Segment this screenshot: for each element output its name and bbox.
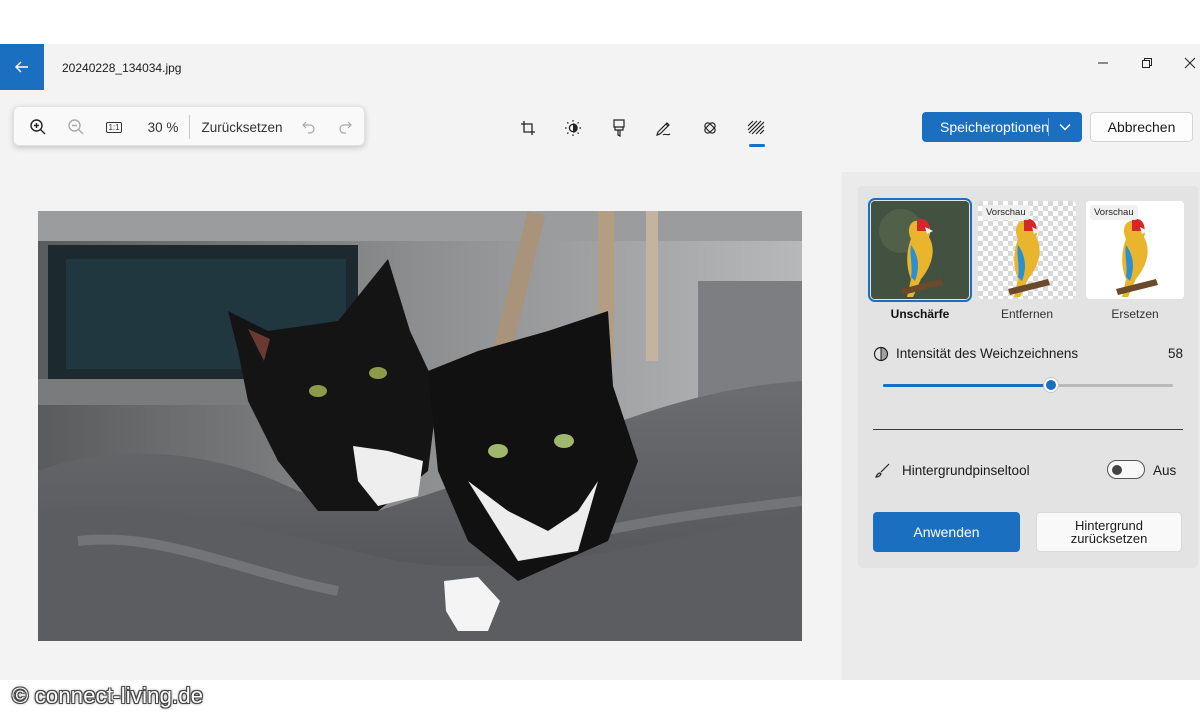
minimize-button[interactable] xyxy=(1088,50,1118,76)
blur-option-thumbnail[interactable] xyxy=(868,198,972,302)
actual-size-button[interactable]: 1:1 xyxy=(102,107,126,147)
background-brush-toggle[interactable] xyxy=(1107,460,1145,479)
back-button[interactable] xyxy=(0,44,44,90)
adjust-tool-button[interactable] xyxy=(558,114,588,142)
undo-button[interactable] xyxy=(298,107,320,147)
back-arrow-icon xyxy=(15,61,28,73)
close-icon xyxy=(1184,57,1196,69)
slider-fill xyxy=(883,384,1052,387)
photos-editor-window: 20240228_134034.jpg 1:1 30 % Zurücksetze… xyxy=(0,44,1200,680)
remove-option-label: Entfernen xyxy=(1000,307,1054,321)
filter-icon xyxy=(613,119,625,137)
crop-icon xyxy=(521,121,535,135)
blur-intensity-slider[interactable] xyxy=(883,377,1173,393)
blur-intensity-icon xyxy=(873,346,889,362)
reset-background-button[interactable]: Hintergrund zurücksetzen xyxy=(1036,512,1182,552)
undo-icon xyxy=(302,121,315,134)
toolbar-divider xyxy=(189,115,190,139)
zoom-in-button[interactable] xyxy=(26,107,50,147)
watermark: © connect-living.de xyxy=(12,683,204,708)
toggle-knob xyxy=(1112,465,1122,475)
redo-button[interactable] xyxy=(334,107,356,147)
file-name: 20240228_134034.jpg xyxy=(62,61,182,75)
replace-option-thumbnail[interactable]: Vorschau xyxy=(1086,201,1184,299)
preview-badge: Vorschau xyxy=(982,205,1030,220)
cats-photo xyxy=(38,211,802,641)
zoom-out-icon xyxy=(68,119,84,135)
actual-size-icon: 1:1 xyxy=(106,121,122,133)
chevron-down-icon xyxy=(1059,124,1071,131)
remove-option-thumbnail[interactable]: Vorschau xyxy=(978,201,1076,299)
close-window-button[interactable] xyxy=(1175,50,1200,76)
cancel-button[interactable]: Abbrechen xyxy=(1090,112,1193,142)
preview-badge: Vorschau xyxy=(1090,205,1138,220)
background-brush-label: Hintergrundpinseltool xyxy=(902,463,1030,478)
zoom-out-button[interactable] xyxy=(64,107,88,147)
zoom-level: 30 % xyxy=(147,119,179,135)
crop-tool-button[interactable] xyxy=(513,114,543,142)
save-options-divider xyxy=(1048,118,1049,136)
filter-tool-button[interactable] xyxy=(604,114,634,142)
retouch-tool-button[interactable] xyxy=(695,114,725,142)
top-margin xyxy=(0,0,1200,44)
reset-background-label: Hintergrund zurücksetzen xyxy=(1070,518,1148,546)
save-options-button[interactable]: Speicheroptionen xyxy=(922,112,1082,142)
markup-tool-button[interactable] xyxy=(649,114,679,142)
retouch-icon xyxy=(704,122,716,134)
zoom-in-icon xyxy=(30,119,46,135)
background-tool-button[interactable] xyxy=(741,114,771,142)
zoom-toolbar: 1:1 30 % Zurücksetzen xyxy=(13,106,365,146)
restore-icon xyxy=(1142,58,1152,68)
active-tool-indicator xyxy=(749,144,765,147)
reset-zoom-button[interactable]: Zurücksetzen xyxy=(200,107,284,147)
photo-canvas[interactable] xyxy=(38,211,802,641)
replace-option-label: Ersetzen xyxy=(1111,307,1159,321)
panel-divider xyxy=(873,429,1183,430)
blur-intensity-value: 58 xyxy=(1167,346,1183,361)
background-blur-icon xyxy=(747,120,765,135)
save-options-label: Speicheroptionen xyxy=(940,119,1049,135)
brightness-icon xyxy=(565,120,581,136)
maximize-button[interactable] xyxy=(1132,50,1162,76)
blur-intensity-row: Intensität des Weichzeichnens 58 xyxy=(873,344,1183,364)
parrot-blur-preview xyxy=(871,201,969,299)
apply-button[interactable]: Anwenden xyxy=(873,512,1020,552)
toggle-state-label: Aus xyxy=(1153,463,1177,478)
blur-option-label: Unschärfe xyxy=(890,307,950,321)
redo-icon xyxy=(339,121,352,134)
brush-icon xyxy=(875,463,890,478)
pen-icon xyxy=(656,122,671,136)
minimize-icon xyxy=(1098,62,1108,64)
blur-intensity-label: Intensität des Weichzeichnens xyxy=(896,346,1079,361)
